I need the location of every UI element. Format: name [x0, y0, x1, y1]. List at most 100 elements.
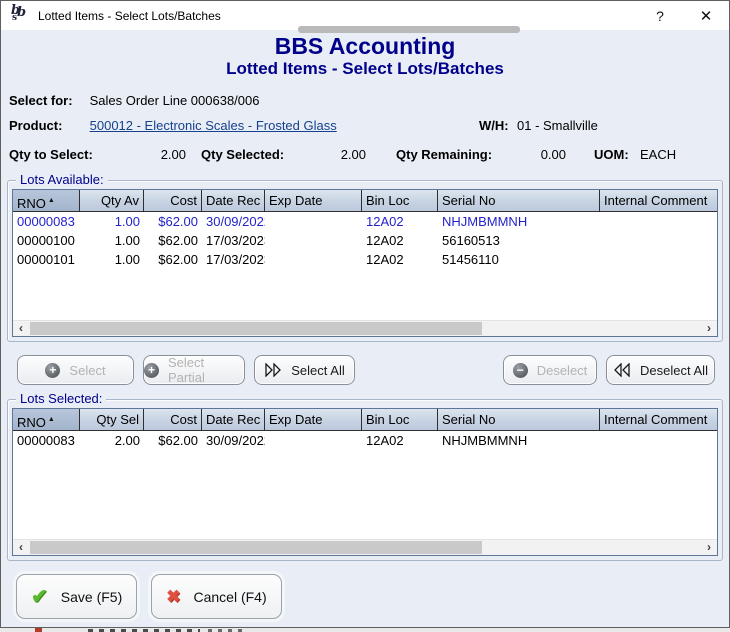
cancel-button[interactable]: ✖ Cancel (F4)	[151, 574, 281, 619]
lots-selected-body: 00000083 2.00 $62.00 30/09/2022 12A02 NH…	[13, 431, 717, 539]
select-partial-button[interactable]: + Select Partial	[143, 355, 245, 385]
lots-selected-title: Lots Selected:	[16, 392, 106, 406]
cell-bin-loc: 12A02	[362, 231, 438, 250]
column-header-qty-av[interactable]: Qty Av	[80, 190, 144, 211]
deselect-button[interactable]: − Deselect	[503, 355, 597, 385]
column-header-exp-date[interactable]: Exp Date	[265, 190, 362, 211]
help-button[interactable]: ?	[637, 1, 683, 30]
table-row[interactable]: 00000083 1.00 $62.00 30/09/2022 12A02 NH…	[13, 212, 717, 231]
cell-bin-loc: 12A02	[362, 212, 438, 231]
column-header-bin-loc[interactable]: Bin Loc	[362, 190, 438, 211]
select-partial-button-label: Select Partial	[168, 355, 244, 385]
column-header-serial-no[interactable]: Serial No	[438, 409, 600, 430]
cell-serial-no: NHJMBMMNH	[438, 431, 600, 450]
minus-circle-icon: −	[513, 363, 528, 378]
column-header-serial-no[interactable]: Serial No	[438, 190, 600, 211]
scrollbar-thumb[interactable]	[30, 322, 482, 335]
cell-date-rec: 30/09/2022	[202, 212, 265, 231]
save-button[interactable]: ✔ Save (F5)	[16, 574, 137, 619]
deselect-all-button-label: Deselect All	[640, 363, 708, 378]
cell-qty: 1.00	[80, 250, 144, 269]
cell-comment	[600, 231, 717, 250]
screen-title: Lotted Items - Select Lots/Batches	[1, 59, 729, 79]
cell-exp-date	[265, 431, 362, 450]
select-for-value: Sales Order Line 000638/006	[90, 93, 260, 108]
column-header-internal-comment[interactable]: Internal Comment	[600, 190, 717, 211]
lots-available-body: 00000083 1.00 $62.00 30/09/2022 12A02 NH…	[13, 212, 717, 320]
cell-date-rec: 30/09/2022	[202, 431, 265, 450]
scroll-right-icon[interactable]: ›	[701, 321, 717, 336]
close-button[interactable]: ✕	[683, 1, 729, 30]
qty-selected-label: Qty Selected:	[201, 147, 301, 163]
cell-qty: 1.00	[80, 231, 144, 250]
column-header-rno[interactable]: RNO▲	[13, 190, 80, 211]
cancel-button-label: Cancel (F4)	[193, 589, 266, 605]
plus-circle-icon: +	[45, 363, 60, 378]
lots-selected-table: RNO▲ Qty Sel Cost Date Rec Exp Date Bin …	[12, 408, 718, 556]
select-all-button-label: Select All	[291, 363, 344, 378]
qty-remaining-label: Qty Remaining:	[396, 147, 501, 163]
column-header-date-rec[interactable]: Date Rec	[202, 409, 265, 430]
select-button-label: Select	[69, 363, 105, 378]
window-title: Lotted Items - Select Lots/Batches	[38, 9, 221, 23]
cell-serial-no: NHJMBMMNH	[438, 212, 600, 231]
background-window-artifact	[35, 628, 42, 632]
select-for-label: Select for:	[9, 93, 86, 108]
scroll-right-icon[interactable]: ›	[701, 540, 717, 555]
bbs-icon-letter: b	[17, 5, 26, 20]
sort-ascending-icon: ▲	[48, 197, 55, 204]
sort-ascending-icon: ▲	[48, 416, 55, 423]
cell-rno: 00000083	[13, 431, 80, 450]
cell-date-rec: 17/03/2023	[202, 231, 265, 250]
select-all-button[interactable]: Select All	[254, 355, 355, 385]
column-header-date-rec[interactable]: Date Rec	[202, 190, 265, 211]
x-icon: ✖	[166, 587, 180, 607]
warehouse-label: W/H:	[479, 118, 509, 133]
qty-to-select-label: Qty to Select:	[9, 147, 146, 163]
cell-comment	[600, 250, 717, 269]
column-header-cost[interactable]: Cost	[144, 190, 202, 211]
cell-bin-loc: 12A02	[362, 431, 438, 450]
lots-available-title: Lots Available:	[16, 173, 108, 187]
lots-selected-header: RNO▲ Qty Sel Cost Date Rec Exp Date Bin …	[13, 409, 717, 431]
table-row[interactable]: 00000083 2.00 $62.00 30/09/2022 12A02 NH…	[13, 431, 717, 450]
column-header-exp-date[interactable]: Exp Date	[265, 409, 362, 430]
footer-buttons-row: ✔ Save (F5) ✖ Cancel (F4)	[16, 574, 729, 619]
column-header-cost[interactable]: Cost	[144, 409, 202, 430]
horizontal-scrollbar[interactable]: ‹ ›	[13, 320, 717, 336]
lots-available-group: Lots Available: RNO▲ Qty Av Cost Date Re…	[7, 180, 723, 342]
deselect-all-button[interactable]: Deselect All	[606, 355, 715, 385]
cell-qty: 1.00	[80, 212, 144, 231]
bbs-icon-letter: s	[12, 13, 17, 23]
scroll-left-icon[interactable]: ‹	[13, 321, 29, 336]
qty-to-select-value: 2.00	[146, 147, 186, 163]
uom-value: EACH	[640, 147, 676, 163]
column-header-qty-sel[interactable]: Qty Sel	[80, 409, 144, 430]
select-button[interactable]: + Select	[17, 355, 134, 385]
cell-qty: 2.00	[80, 431, 144, 450]
action-buttons-row: + Select + Select Partial Select All − D…	[17, 355, 715, 385]
product-label: Product:	[9, 118, 86, 133]
plus-circle-icon: +	[144, 363, 159, 378]
table-row[interactable]: 00000101 1.00 $62.00 17/03/2023 12A02 51…	[13, 250, 717, 269]
scrollbar-thumb[interactable]	[30, 541, 482, 554]
cell-cost: $62.00	[144, 231, 202, 250]
cell-comment	[600, 212, 717, 231]
cell-cost: $62.00	[144, 431, 202, 450]
cell-date-rec: 17/03/2023	[202, 250, 265, 269]
column-header-internal-comment[interactable]: Internal Comment	[600, 409, 717, 430]
table-row[interactable]: 00000100 1.00 $62.00 17/03/2023 12A02 56…	[13, 231, 717, 250]
scroll-left-icon[interactable]: ‹	[13, 540, 29, 555]
cell-cost: $62.00	[144, 250, 202, 269]
bbs-app-icon: b b s	[10, 6, 30, 25]
qty-selected-value: 2.00	[301, 147, 366, 163]
double-left-chevron-icon	[613, 363, 631, 377]
cell-bin-loc: 12A02	[362, 250, 438, 269]
column-header-bin-loc[interactable]: Bin Loc	[362, 409, 438, 430]
product-link[interactable]: 500012 - Electronic Scales - Frosted Gla…	[90, 118, 337, 133]
cell-rno: 00000101	[13, 250, 80, 269]
cell-serial-no: 56160513	[438, 231, 600, 250]
lots-selected-group: Lots Selected: RNO▲ Qty Sel Cost Date Re…	[7, 399, 723, 561]
column-header-rno[interactable]: RNO▲	[13, 409, 80, 430]
horizontal-scrollbar[interactable]: ‹ ›	[13, 539, 717, 555]
